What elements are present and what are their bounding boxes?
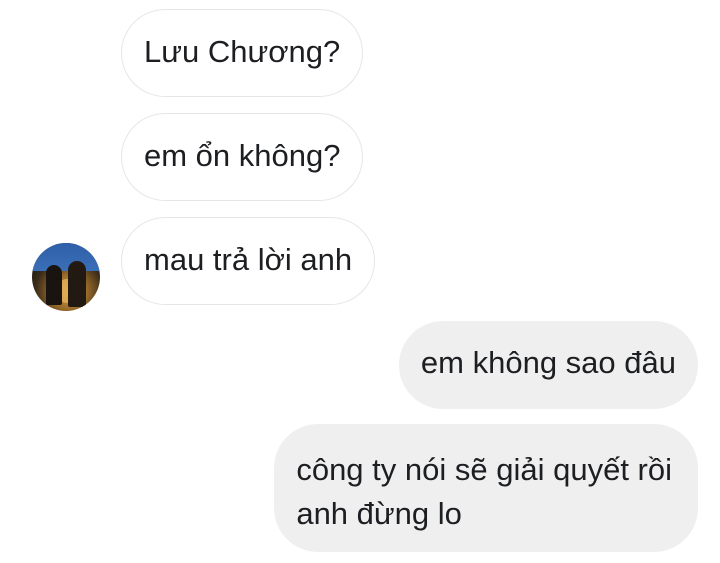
message-text-line: anh đừng lo <box>296 496 462 531</box>
outgoing-message-bubble[interactable]: công ty nói sẽ giải quyết rồi anh đừng l… <box>274 424 698 552</box>
incoming-message-bubble[interactable]: em ổn không? <box>121 113 364 201</box>
outgoing-message-bubble[interactable]: em không sao đâu <box>398 321 698 409</box>
incoming-message-bubble[interactable]: Lưu Chương? <box>121 9 364 97</box>
message-text: Lưu Chương? <box>144 34 341 69</box>
message-text: em không sao đâu <box>420 345 676 380</box>
message-text: mau trả lời anh <box>144 242 353 277</box>
sender-avatar[interactable] <box>32 243 100 311</box>
message-text-line: công ty nói sẽ giải quyết rồi <box>296 452 672 487</box>
message-text: em ổn không? <box>144 138 341 173</box>
chat-thread: Lưu Chương? em ổn không? mau trả lời anh… <box>0 0 720 563</box>
incoming-message-bubble[interactable]: mau trả lời anh <box>121 217 376 305</box>
